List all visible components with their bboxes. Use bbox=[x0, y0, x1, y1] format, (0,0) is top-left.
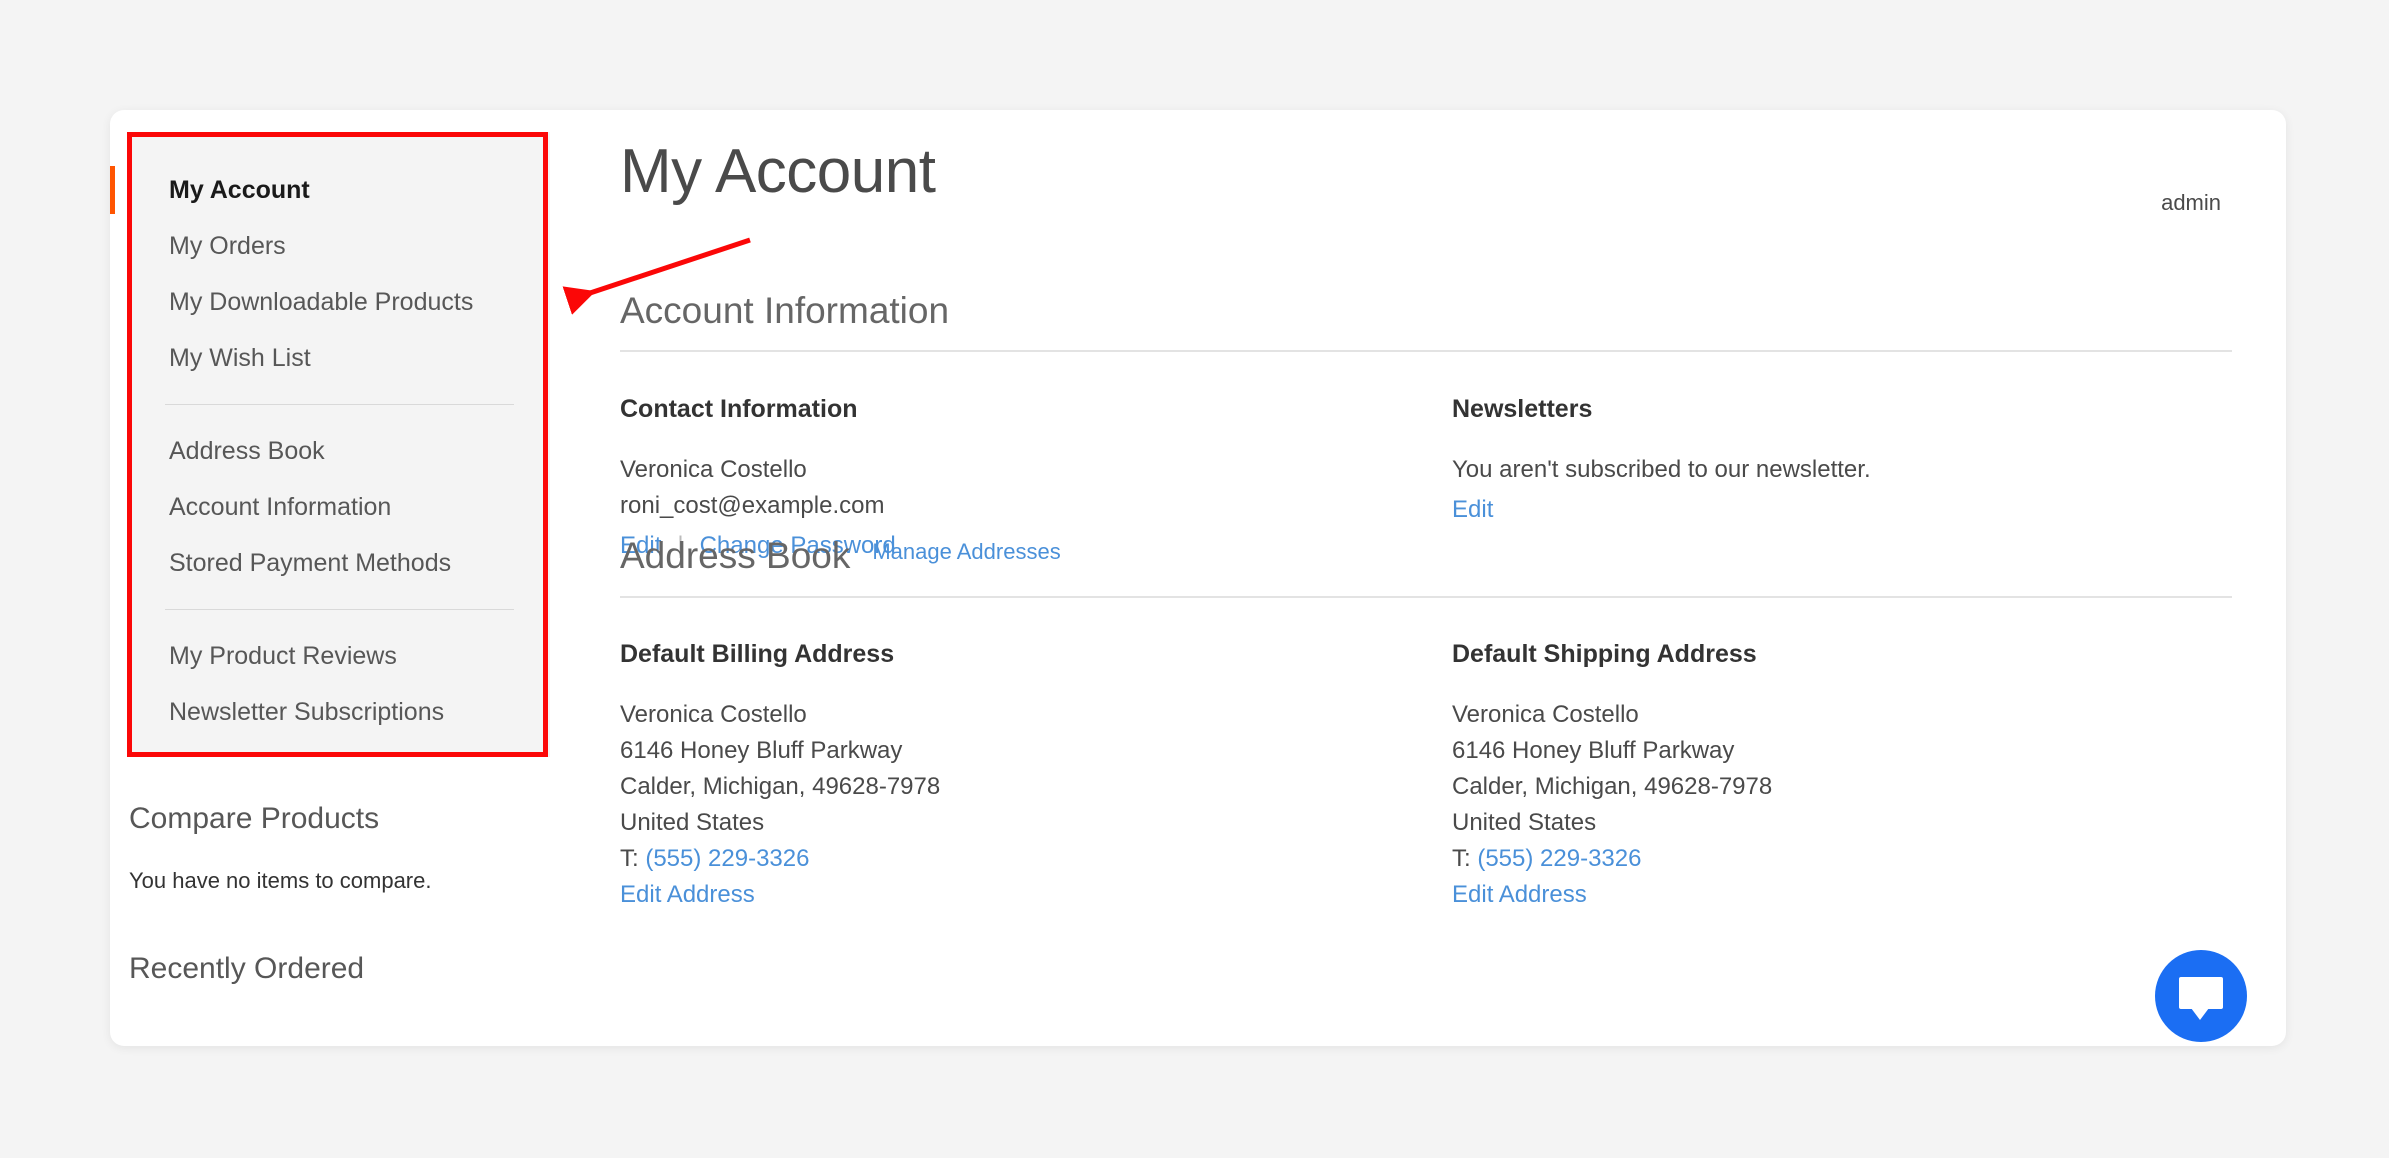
sidebar-item-my-orders[interactable]: My Orders bbox=[129, 218, 550, 274]
shipping-address-heading: Default Shipping Address bbox=[1452, 640, 1757, 668]
billing-phone-prefix: T: bbox=[620, 845, 639, 872]
sidebar-item-label: My Wish List bbox=[169, 344, 311, 372]
sidebar-item-my-account[interactable]: My Account bbox=[110, 162, 550, 218]
edit-shipping-address-link[interactable]: Edit Address bbox=[1452, 881, 1587, 908]
billing-edit-row: Edit Address bbox=[620, 877, 1260, 913]
sidebar-item-my-downloadable-products[interactable]: My Downloadable Products bbox=[129, 274, 550, 330]
compare-products-title: Compare Products bbox=[129, 802, 380, 835]
billing-name: Veronica Costello bbox=[620, 701, 807, 728]
contact-name: Veronica Costello bbox=[620, 456, 807, 483]
shipping-street: 6146 Honey Bluff Parkway bbox=[1452, 737, 1735, 764]
address-book-title-text: Address Book bbox=[620, 535, 851, 576]
page-title: My Account bbox=[620, 137, 936, 206]
billing-address-body: Veronica Costello 6146 Honey Bluff Parkw… bbox=[620, 697, 1260, 913]
section-title-address-book: Address Book Manage Addresses bbox=[620, 535, 1061, 577]
billing-country: United States bbox=[620, 809, 765, 836]
newsletter-status-text: You aren't subscribed to our newsletter. bbox=[1452, 456, 1871, 483]
newsletters-block: Newsletters You aren't subscribed to our… bbox=[1452, 395, 2092, 528]
shipping-phone-link[interactable]: (555) 229-3326 bbox=[1477, 845, 1641, 872]
sidebar-item-label: My Product Reviews bbox=[169, 642, 397, 670]
newsletters-heading: Newsletters bbox=[1452, 395, 1593, 423]
recently-ordered-title: Recently Ordered bbox=[129, 952, 365, 985]
sidebar-item-label: Address Book bbox=[169, 437, 325, 465]
shipping-name: Veronica Costello bbox=[1452, 701, 1639, 728]
newsletters-body: You aren't subscribed to our newsletter.… bbox=[1452, 452, 2092, 528]
contact-email: roni_cost@example.com bbox=[620, 492, 885, 519]
chat-bubble-icon bbox=[2179, 977, 2223, 1020]
sidebar: My Account My Orders My Downloadable Pro… bbox=[110, 132, 550, 1046]
contact-information-heading: Contact Information bbox=[620, 395, 858, 423]
user-label: admin bbox=[2161, 190, 2221, 215]
sidebar-item-label: Stored Payment Methods bbox=[169, 549, 452, 577]
section-rule bbox=[620, 350, 2232, 352]
shipping-edit-row: Edit Address bbox=[1452, 877, 2092, 913]
billing-city-region-postcode: Calder, Michigan, 49628-7978 bbox=[620, 773, 941, 800]
shipping-address-body: Veronica Costello 6146 Honey Bluff Parkw… bbox=[1452, 697, 2092, 913]
default-shipping-address-block: Default Shipping Address Veronica Costel… bbox=[1452, 640, 2092, 913]
newsletter-actions: Edit bbox=[1452, 492, 2092, 528]
shipping-phone-row: T: (555) 229-3326 bbox=[1452, 841, 2092, 877]
sidebar-divider bbox=[165, 404, 514, 405]
sidebar-nav-panel: My Account My Orders My Downloadable Pro… bbox=[110, 132, 550, 757]
section-rule bbox=[620, 596, 2232, 598]
section-title-account-information: Account Information bbox=[620, 290, 950, 331]
sidebar-item-newsletter-subscriptions[interactable]: Newsletter Subscriptions bbox=[129, 684, 550, 740]
billing-street: 6146 Honey Bluff Parkway bbox=[620, 737, 903, 764]
sidebar-item-my-wish-list[interactable]: My Wish List bbox=[129, 330, 550, 386]
compare-products-block: Compare Products You have no items to co… bbox=[110, 802, 550, 894]
compare-products-empty-text: You have no items to compare. bbox=[129, 868, 432, 893]
billing-address-heading: Default Billing Address bbox=[620, 640, 895, 668]
billing-phone-row: T: (555) 229-3326 bbox=[620, 841, 1260, 877]
edit-newsletter-link[interactable]: Edit bbox=[1452, 496, 1493, 523]
main-content: My Account admin Account Information Con… bbox=[580, 110, 2286, 1046]
default-billing-address-block: Default Billing Address Veronica Costell… bbox=[620, 640, 1260, 913]
recently-ordered-block: Recently Ordered bbox=[110, 952, 550, 986]
sidebar-nav-list: My Account My Orders My Downloadable Pro… bbox=[110, 132, 550, 740]
sidebar-item-my-product-reviews[interactable]: My Product Reviews bbox=[129, 628, 550, 684]
sidebar-item-label: My Downloadable Products bbox=[169, 288, 474, 316]
sidebar-item-stored-payment-methods[interactable]: Stored Payment Methods bbox=[129, 535, 550, 591]
page-canvas: My Account My Orders My Downloadable Pro… bbox=[0, 0, 2389, 1158]
manage-addresses-link[interactable]: Manage Addresses bbox=[872, 539, 1060, 564]
account-content-card: My Account My Orders My Downloadable Pro… bbox=[110, 110, 2286, 1046]
sidebar-item-address-book[interactable]: Address Book bbox=[129, 423, 550, 479]
chat-widget-button[interactable] bbox=[2155, 950, 2247, 1042]
shipping-phone-prefix: T: bbox=[1452, 845, 1471, 872]
sidebar-item-label: Newsletter Subscriptions bbox=[169, 698, 445, 726]
shipping-country: United States bbox=[1452, 809, 1597, 836]
edit-billing-address-link[interactable]: Edit Address bbox=[620, 881, 755, 908]
sidebar-item-label: My Account bbox=[169, 176, 310, 204]
billing-phone-link[interactable]: (555) 229-3326 bbox=[645, 845, 809, 872]
sidebar-item-label: My Orders bbox=[169, 232, 286, 260]
shipping-city-region-postcode: Calder, Michigan, 49628-7978 bbox=[1452, 773, 1773, 800]
sidebar-item-label: Account Information bbox=[169, 493, 392, 521]
sidebar-item-account-information[interactable]: Account Information bbox=[129, 479, 550, 535]
sidebar-divider bbox=[165, 609, 514, 610]
